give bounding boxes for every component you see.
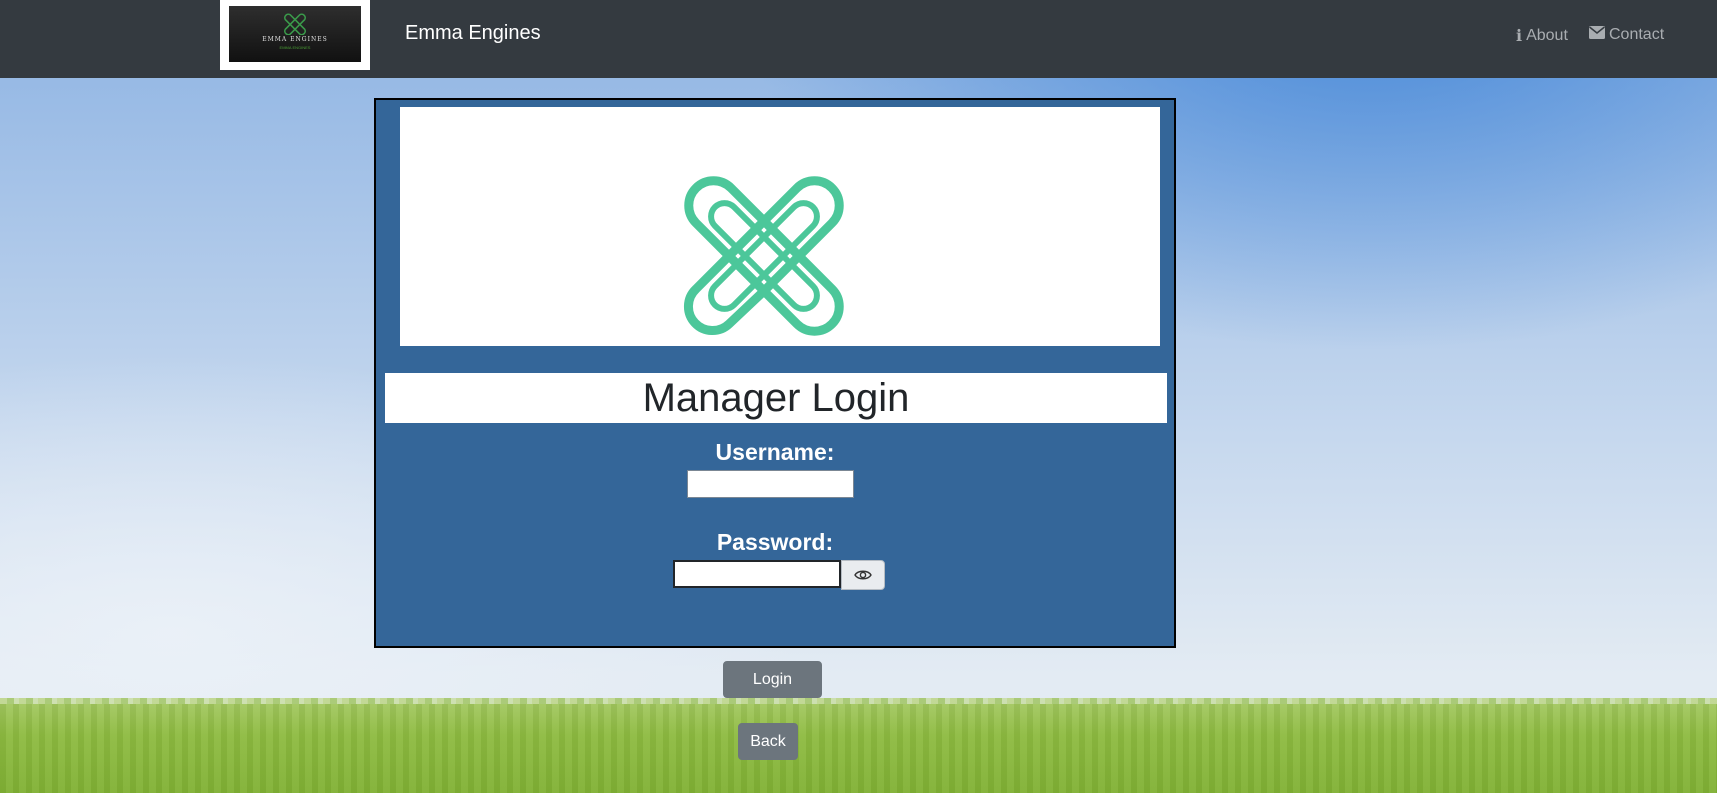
nav-contact-label: Contact <box>1609 26 1665 43</box>
login-title-bar: Manager Login <box>385 373 1167 423</box>
nav-link-about[interactable]: ℹ About <box>1516 26 1568 46</box>
eye-icon <box>854 570 872 580</box>
show-password-button[interactable] <box>841 560 885 590</box>
page-title: Manager Login <box>642 376 910 420</box>
nav-link-contact[interactable]: Contact <box>1589 26 1664 44</box>
navbar: EMMA ENGINES EMMA ENGINES Emma Engines ℹ… <box>0 0 1717 78</box>
brand-name[interactable]: Emma Engines <box>405 22 541 45</box>
info-icon: ℹ <box>1516 28 1523 45</box>
grass-background <box>0 704 1717 793</box>
brand-logo-image: EMMA ENGINES EMMA ENGINES <box>229 6 361 62</box>
login-button[interactable]: Login <box>723 661 822 698</box>
username-label: Username: <box>715 439 835 465</box>
nav-about-label: About <box>1526 27 1568 44</box>
username-field[interactable] <box>687 470 854 498</box>
password-field[interactable] <box>673 560 841 588</box>
login-panel: Manager Login Username: Password: <box>374 98 1176 648</box>
panel-logo-box <box>400 107 1160 346</box>
brand-logo-text: EMMA ENGINES <box>262 36 328 43</box>
knot-logo-icon <box>284 13 306 35</box>
brand-logo-subtext: EMMA ENGINES <box>279 45 311 50</box>
knot-logo-icon <box>683 176 844 336</box>
back-button[interactable]: Back <box>738 723 798 760</box>
envelope-icon <box>1589 26 1605 44</box>
brand-logo[interactable]: EMMA ENGINES EMMA ENGINES <box>220 0 370 70</box>
password-label: Password: <box>716 529 834 555</box>
